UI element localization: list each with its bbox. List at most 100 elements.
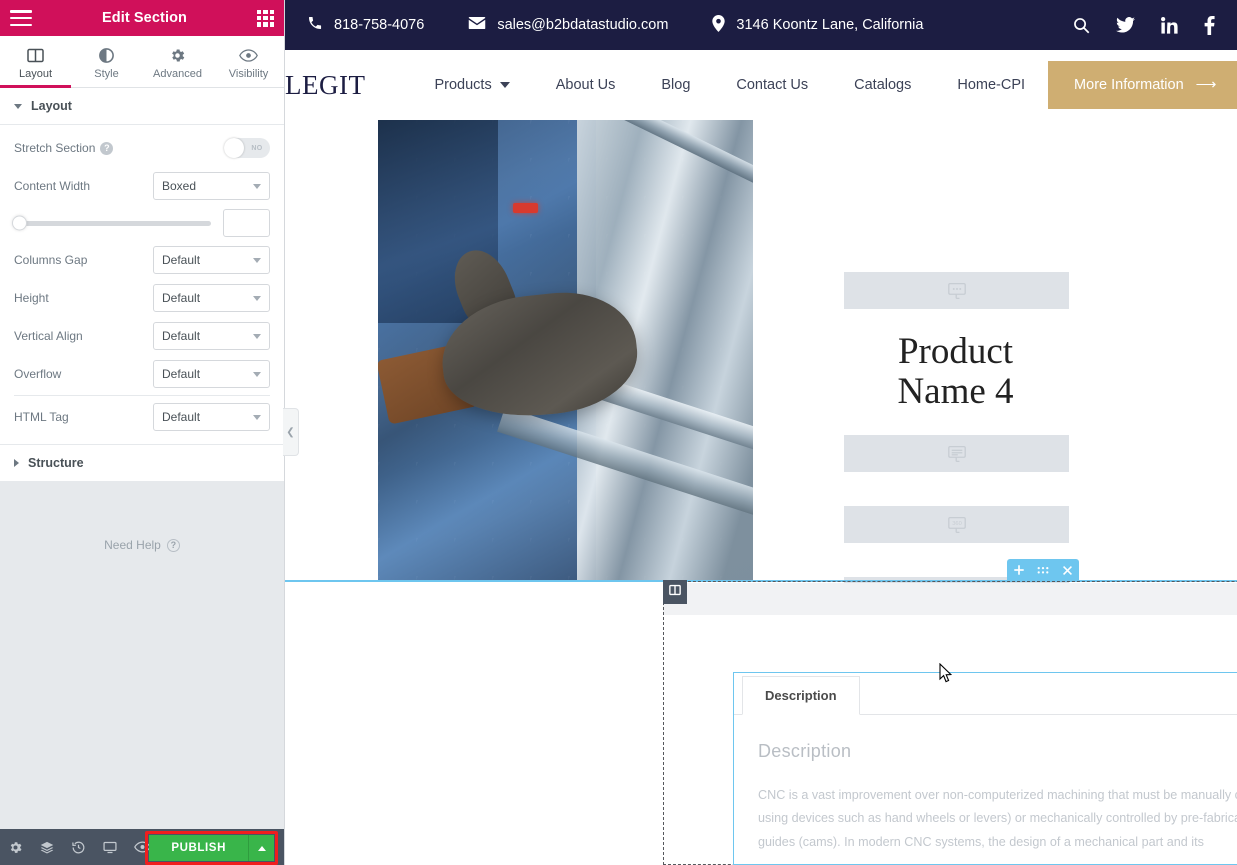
nav-link-contact-us[interactable]: Contact Us [713,77,831,93]
section-header-structure-label: Structure [28,456,84,470]
field-columns-gap: Columns Gap Default [14,241,270,279]
linkedin-icon[interactable] [1161,16,1178,34]
hamburger-icon[interactable] [10,10,32,26]
nav-link-contact-us-label: Contact Us [736,77,809,93]
layout-fields: Stretch Section ? NO Content Width Boxed [0,125,284,444]
section-header-structure[interactable]: Structure [0,444,284,482]
stretch-section-label: Stretch Section [14,141,96,155]
responsive-monitor-icon[interactable] [102,840,118,855]
editor-panel: Edit Section Layout Style Advanced Visib… [0,0,285,865]
placeholder-block-3: 360 [844,506,1069,543]
history-clock-icon[interactable] [71,840,86,855]
topbar-address[interactable]: 3146 Koontz Lane, California [712,14,923,36]
overflow-select[interactable]: Default [153,360,270,388]
column-icon [669,583,681,601]
arrow-right-icon: ⟶ [1195,77,1217,93]
publish-options-button[interactable] [248,835,274,861]
tab-layout[interactable]: Layout [0,36,71,88]
chevron-down-icon [14,103,22,109]
facebook-icon[interactable] [1204,15,1215,35]
add-section-icon[interactable] [1013,564,1025,576]
columns-gap-select[interactable]: Default [153,246,270,274]
product-name: Product Name 4 [897,331,1014,412]
product-image[interactable] [378,120,753,581]
tab-style[interactable]: Style [71,36,142,87]
field-width-slider [12,205,270,241]
panel-collapse-handle[interactable]: ❮ [283,408,299,456]
site-logo[interactable]: LEGIT [285,70,365,101]
nav-link-blog[interactable]: Blog [638,77,713,93]
tab-description[interactable]: Description [742,676,860,715]
chevron-up-icon [257,845,266,851]
section-header-layout-label: Layout [31,99,72,113]
search-icon[interactable] [1073,17,1090,34]
vertical-align-select[interactable]: Default [153,322,270,350]
html-tag-value: Default [162,410,201,424]
html-tag-label: HTML Tag [14,410,69,424]
eye-icon [239,47,258,64]
tabs-widget-strip: Description [734,673,1237,715]
description-text: CNC is a vast improvement over non-compu… [758,788,1237,849]
chevron-right-icon [14,459,19,467]
more-information-label: More Information [1074,77,1184,93]
topbar-phone[interactable]: 818-758-4076 [307,15,424,35]
panel-title: Edit Section [102,10,187,26]
height-label: Height [14,291,49,305]
content-width-select[interactable]: Boxed [153,172,270,200]
gear-icon [169,47,186,64]
chevron-down-icon [253,295,261,301]
description-heading: Description [758,741,852,761]
tab-visibility[interactable]: Visibility [213,36,284,87]
settings-gear-icon[interactable] [8,840,23,855]
nav-link-products[interactable]: Products [411,77,532,93]
nav-link-blog-label: Blog [661,77,691,93]
tabs-widget[interactable]: Description Description CNC is a vast im… [733,672,1237,865]
columns-gap-label: Columns Gap [14,253,88,267]
topbar-social [1073,15,1215,35]
layout-columns-icon [27,47,44,64]
column-handle[interactable] [663,580,687,604]
panel-body: Layout Stretch Section ? NO Content Widt… [0,88,284,829]
width-number-input[interactable] [223,209,270,237]
field-overflow: Overflow Default [14,355,270,393]
nav-link-about-us[interactable]: About Us [533,77,639,93]
topbar-email[interactable]: sales@b2bdatastudio.com [468,16,668,34]
width-slider-thumb[interactable] [12,215,27,231]
location-pin-icon [712,14,726,36]
close-icon[interactable] [1062,565,1073,576]
section-toolbar [1007,559,1079,581]
nav-link-catalogs[interactable]: Catalogs [831,77,934,93]
height-select[interactable]: Default [153,284,270,312]
phone-number: 818-758-4076 [334,17,425,33]
twitter-icon[interactable] [1116,17,1135,33]
help-icon[interactable]: ? [100,141,114,155]
chevron-down-icon [253,183,261,189]
navigator-layers-icon[interactable] [39,840,55,855]
overflow-value: Default [162,367,201,381]
svg-text:360: 360 [952,521,962,527]
drag-handle-icon[interactable] [1037,566,1049,575]
chevron-down-icon [253,414,261,420]
width-slider-track[interactable] [12,215,211,231]
vertical-align-value: Default [162,329,201,343]
columns-gap-value: Default [162,253,201,267]
html-tag-select[interactable]: Default [153,403,270,431]
vertical-align-label: Vertical Align [14,329,83,343]
section-header-layout[interactable]: Layout [0,88,284,125]
panel-tabs: Layout Style Advanced Visibility [0,36,284,88]
phone-icon [307,15,323,35]
widgets-grid-icon[interactable] [257,9,274,27]
chevron-left-icon: ❮ [286,426,295,438]
site-topbar: 818-758-4076 sales@b2bdatastudio.com 314… [285,0,1237,50]
envelope-icon [468,16,486,34]
need-help[interactable]: Need Help ? [0,482,284,552]
stretch-section-toggle[interactable]: NO [224,138,270,158]
tab-advanced[interactable]: Advanced [142,36,213,87]
more-information-button[interactable]: More Information ⟶ [1048,61,1237,109]
nav-link-home-cpi-label: Home-CPI [957,77,1026,93]
field-height: Height Default [14,279,270,317]
field-stretch-section: Stretch Section ? NO [14,129,270,167]
publish-button[interactable]: PUBLISH [149,835,248,861]
chevron-down-icon [253,371,261,377]
nav-link-home-cpi[interactable]: Home-CPI [934,77,1048,93]
